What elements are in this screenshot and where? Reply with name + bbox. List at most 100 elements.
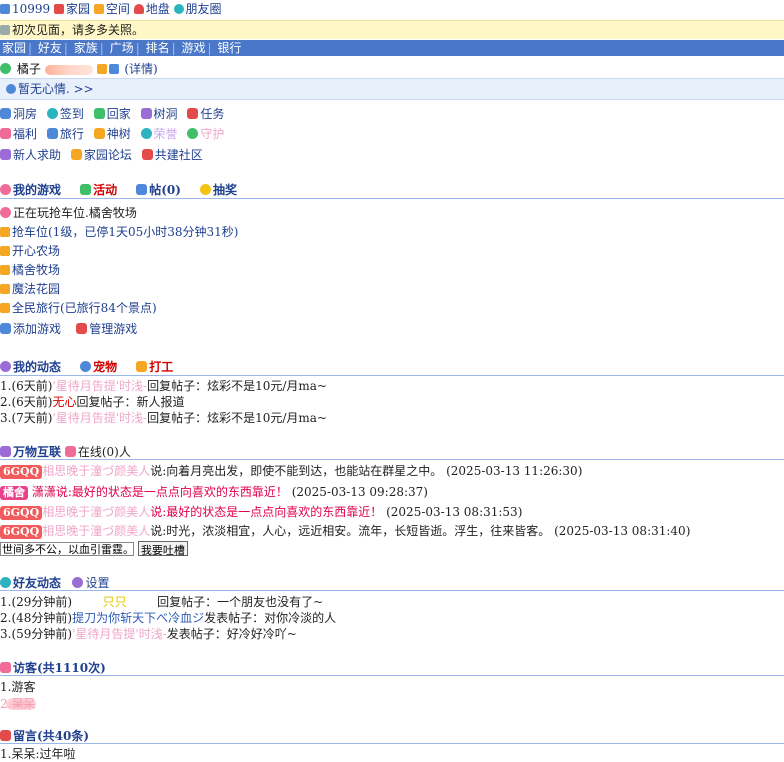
pet-link[interactable]: 宠物 xyxy=(93,360,117,374)
item-time: (48分钟前) xyxy=(11,611,73,625)
game-link-travel[interactable]: 全民旅行(已旅行84个景点) xyxy=(12,301,157,315)
item-user-link[interactable]: '星待月告提'时浅- xyxy=(52,411,147,425)
top-link-moments[interactable]: 朋友圈 xyxy=(186,2,222,16)
quick-guard[interactable]: 守护 xyxy=(200,127,224,141)
games-actions: 添加游戏 管理游戏 xyxy=(0,320,137,337)
mood-link[interactable]: 暂无心情. >> xyxy=(18,82,94,96)
chat-message: 6GQQ 相思晚于潼づ颜美人说:最好的状态是一点点向喜欢的东西靠近！ (2025-… xyxy=(0,503,522,520)
chat-user-link[interactable]: 相思晚于潼づ颜美人 xyxy=(42,524,150,538)
welfare-icon xyxy=(0,128,11,139)
manage-game-link[interactable]: 管理游戏 xyxy=(89,322,137,336)
item-index: 3. xyxy=(0,411,12,425)
item-user-link[interactable]: 只只 xyxy=(103,595,127,609)
nav-family[interactable]: 家族 xyxy=(72,41,100,55)
quick-community[interactable]: 共建社区 xyxy=(155,148,203,162)
chat-user-link[interactable]: 相思晚于潼づ颜美人 xyxy=(42,505,150,519)
nav-games[interactable]: 游戏 xyxy=(179,41,207,55)
games-posts-link[interactable]: 帖(0) xyxy=(149,183,181,197)
item-user-link[interactable]: 提刀为你斩天下べ冷血ジ xyxy=(72,611,204,625)
chat-user-link[interactable]: 潇潇 xyxy=(32,485,56,499)
quick-go-home[interactable]: 回家 xyxy=(107,107,131,121)
games-header: 我的游戏 活动 帖(0) 抽奖 xyxy=(0,181,237,198)
visitor-icon xyxy=(0,662,11,673)
quick-bridal-room[interactable]: 洞房 xyxy=(13,107,37,121)
heart-icon xyxy=(133,4,144,14)
quick-honor[interactable]: 荣誉 xyxy=(154,127,178,141)
visitor-link[interactable]: 2.呆呆 xyxy=(0,697,35,711)
group-tag: 6GQQ xyxy=(0,525,43,539)
guard-icon xyxy=(187,128,199,139)
top-link-space[interactable]: 空间 xyxy=(106,2,130,16)
dynamics-icon xyxy=(0,361,11,372)
chat-message: 6GQQ 相思晚于潼づ颜美人说:向着月亮出发，即使不能到达，也能站在群星之中。 (… xyxy=(0,462,582,479)
nav-square[interactable]: 广场 xyxy=(108,41,136,55)
divider xyxy=(0,375,784,376)
game-item: 抢车位(1级，已停1天05小时38分钟31秒) xyxy=(0,223,238,240)
item-time: (6天前) xyxy=(11,379,53,393)
quick-welfare[interactable]: 福利 xyxy=(13,127,37,141)
user-id-link[interactable]: 10999 xyxy=(12,2,50,16)
quick-links-row2: 福利 旅行 神树 荣誉 守护 xyxy=(0,125,230,142)
send-rant-button[interactable]: 我要吐槽 xyxy=(137,541,188,557)
messages-header: 留言(共40条) xyxy=(0,727,89,744)
game-link-garden[interactable]: 魔法花园 xyxy=(12,282,60,296)
forum-icon xyxy=(70,149,82,160)
item-time: (6天前) xyxy=(11,395,53,409)
work-link[interactable]: 打工 xyxy=(149,360,173,374)
profile-detail-link[interactable]: (详情) xyxy=(124,62,157,76)
nav-friends[interactable]: 好友 xyxy=(36,41,64,55)
games-lottery-link[interactable]: 抽奖 xyxy=(213,183,237,197)
chat-text: 说:向着月亮出发，即使不能到达，也能站在群星之中。 xyxy=(150,464,443,478)
game-link-ranch[interactable]: 橘舍牧场 xyxy=(12,263,60,277)
item-user-link[interactable]: '星待月告提'时浅- xyxy=(72,627,167,641)
item-user-link[interactable]: '星待月告提'时浅- xyxy=(52,379,147,393)
iot-header: 万物互联 在线(0)人 xyxy=(0,443,131,460)
chat-message: 6GQQ 相思晚于潼づ颜美人说:时光，浓淡相宜，人心，远近相安。流年，长短皆逝。浮… xyxy=(0,522,690,539)
visitors-header: 访客(共1110次) xyxy=(0,659,106,676)
quick-checkin[interactable]: 签到 xyxy=(60,107,84,121)
top-link-territory[interactable]: 地盘 xyxy=(146,2,170,16)
quick-home-forum[interactable]: 家园论坛 xyxy=(84,148,132,162)
chat-input-row: 我要吐槽 xyxy=(0,541,188,557)
top-link-home[interactable]: 家园 xyxy=(66,2,90,16)
group-tag: 6GQQ xyxy=(0,506,43,520)
activity-icon xyxy=(80,184,92,195)
quick-newbie-help[interactable]: 新人求助 xyxy=(13,148,61,162)
verified-icon xyxy=(0,63,11,74)
games-activity-link[interactable]: 活动 xyxy=(93,183,117,197)
lottery-icon xyxy=(199,184,211,195)
item-action: 回复帖子：炫彩不是10元/月ma~ xyxy=(147,411,328,425)
add-game-link[interactable]: 添加游戏 xyxy=(13,322,61,336)
game-item: 开心农场 xyxy=(0,242,60,259)
iot-icon xyxy=(0,446,11,457)
nav-ranking[interactable]: 排名 xyxy=(144,41,172,55)
game-item: 橘舍牧场 xyxy=(0,261,60,278)
friends-icon xyxy=(0,577,11,588)
nav-home[interactable]: 家园 xyxy=(0,41,28,55)
online-count-link[interactable]: 在线(0)人 xyxy=(78,445,131,459)
item-time: (59分钟前) xyxy=(11,627,73,641)
game-icon xyxy=(0,184,11,195)
pet-icon xyxy=(80,361,92,372)
main-nav: 家园 | 好友 | 家族 | 广场 | 排名 | 游戏 | 银行 xyxy=(0,40,784,56)
game-link-parking[interactable]: 抢车位(1级，已停1天05小时38分钟31秒) xyxy=(12,225,238,239)
game-link-farm[interactable]: 开心农场 xyxy=(12,244,60,258)
quick-tree-hole[interactable]: 树洞 xyxy=(154,107,178,121)
quick-task[interactable]: 任务 xyxy=(200,107,224,121)
chat-user-link[interactable]: 相思晚于潼づ颜美人 xyxy=(42,464,150,478)
community-icon xyxy=(141,149,153,160)
music-note-icon xyxy=(0,227,10,237)
visitor-text: 1.游客 xyxy=(0,680,36,694)
divider xyxy=(0,675,784,676)
item-user-link[interactable]: 无心 xyxy=(52,395,76,409)
music-note-icon xyxy=(0,284,10,294)
nav-bank[interactable]: 银行 xyxy=(215,41,243,55)
friends-settings-link[interactable]: 设置 xyxy=(85,576,109,590)
quick-sacred-tree[interactable]: 神树 xyxy=(107,127,131,141)
visitor-item: 1.游客 xyxy=(0,678,35,695)
message-text: 1.呆呆:过年啦 xyxy=(0,747,76,761)
chat-input[interactable] xyxy=(0,541,134,556)
bridal-room-icon xyxy=(0,108,11,119)
quick-travel[interactable]: 旅行 xyxy=(60,127,84,141)
friend-item: 3.(59分钟前)'星待月告提'时浅-发表帖子：好冷好冷吖~ xyxy=(0,625,297,642)
